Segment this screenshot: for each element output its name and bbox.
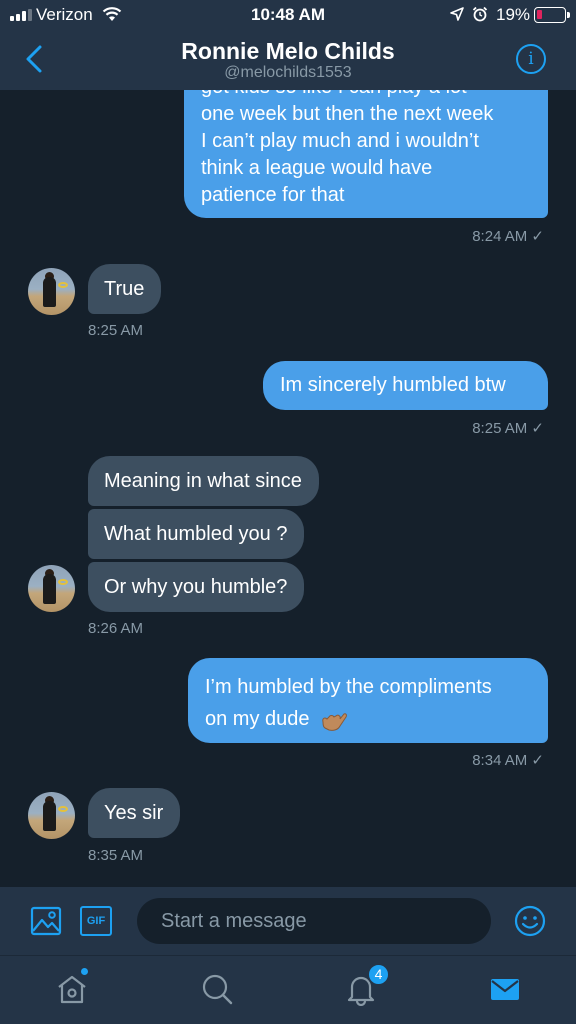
contact-avatar[interactable] — [28, 268, 75, 315]
gif-button[interactable]: GIF — [80, 906, 112, 936]
image-button[interactable] — [30, 906, 62, 936]
location-arrow-icon — [450, 7, 464, 21]
clock: 10:48 AM — [250, 5, 325, 24]
battery-percent: 19% — [496, 5, 531, 24]
search-tab-icon[interactable] — [200, 972, 234, 1006]
message-timestamp: 8:25 AM — [88, 322, 144, 339]
message-bubble-incoming[interactable]: Or why you humble? — [88, 562, 305, 612]
message-timestamp: 8:25 AM ✓ — [472, 420, 544, 437]
message-text: Yes sir — [104, 802, 164, 824]
message-text: What humbled you ? — [104, 523, 288, 545]
message-input[interactable] — [137, 898, 491, 944]
message-text: Meaning in what since — [104, 470, 302, 492]
contact-avatar[interactable] — [28, 565, 75, 612]
message-timestamp: 8:26 AM — [88, 620, 144, 637]
message-text: on my dude — [205, 708, 310, 730]
message-timestamp: 8:24 AM ✓ — [472, 228, 544, 245]
message-text: True — [104, 278, 145, 300]
message-timestamp: 8:34 AM ✓ — [472, 752, 544, 769]
message-bubble-outgoing[interactable]: I’m humbled by the compliments on my dud… — [188, 658, 548, 743]
alarm-clock-icon — [472, 6, 488, 22]
notification-count-badge: 4 — [367, 963, 390, 986]
message-line: patience for that — [201, 184, 345, 206]
tab-bar — [0, 955, 576, 1024]
contact-avatar[interactable] — [28, 792, 75, 839]
message-bubble-incoming[interactable]: True — [88, 264, 162, 314]
message-line: one week but then the next week — [201, 103, 494, 125]
message-timestamp: 8:35 AM — [88, 847, 144, 864]
contact-handle: @melochilds1553 — [224, 64, 352, 81]
message-line-with-emoji: on my dude — [205, 703, 531, 735]
conversation-info-button[interactable]: i — [516, 44, 546, 74]
messages-tab-icon[interactable] — [488, 972, 522, 1006]
status-bar: Verizon 10:48 AM 19% — [0, 0, 576, 32]
message-line: I’m humbled by the compliments — [205, 676, 492, 698]
message-bubble-incoming[interactable]: What humbled you ? — [88, 509, 305, 559]
message-composer: GIF — [0, 887, 576, 955]
message-bubble-incoming[interactable]: Meaning in what since — [88, 456, 319, 506]
message-bubble-incoming[interactable]: Yes sir — [88, 788, 181, 838]
contact-name: Ronnie Melo Childs — [181, 38, 395, 64]
message-line: I can’t play much and i wouldn’t — [201, 130, 479, 152]
battery-icon — [534, 7, 570, 23]
message-text: Or why you humble? — [104, 576, 288, 598]
message-bubble-outgoing[interactable]: Im sincerely humbled btw — [263, 361, 548, 410]
dm-screen: got kids so like I can play a lot one we… — [0, 0, 576, 1024]
message-text: Im sincerely humbled btw — [280, 374, 506, 396]
emoji-icon[interactable] — [514, 905, 546, 937]
new-content-dot — [80, 967, 89, 976]
home-tab-icon[interactable] — [55, 972, 89, 1006]
battery-level — [537, 10, 542, 19]
conversation-header: Verizon 10:48 AM 19% Ronnie Melo Childs … — [0, 0, 576, 90]
call-me-hand-icon — [322, 712, 347, 731]
message-line: think a league would have — [201, 157, 433, 179]
